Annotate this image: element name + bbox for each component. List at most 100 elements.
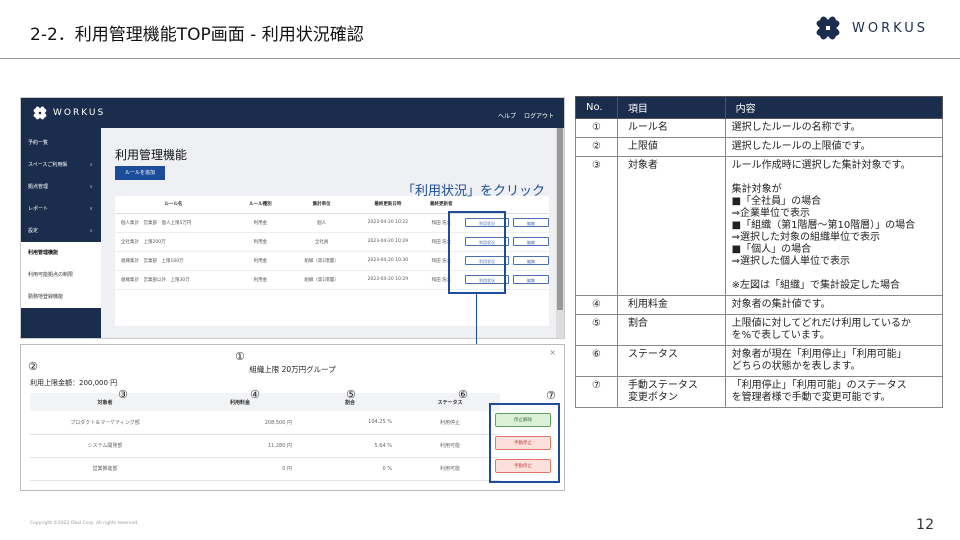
cell-action: 編集 — [512, 251, 549, 271]
cell-no: ① — [575, 118, 618, 138]
sidebar-item-space-usage[interactable]: スペースご利用帳 ∨ — [21, 154, 101, 176]
cell-rule-type: 利用金 — [231, 251, 289, 271]
app-top-links: ヘルプ ログアウト — [498, 111, 554, 120]
sidebar-item-workplace-registration[interactable]: 勤務地登録機能 — [21, 286, 101, 308]
spec-table: No. 項目 内容 ① ルール名 選択したルールの名称です。 ② 上限値 選択し… — [575, 96, 944, 408]
sidebar-item-label: レポート — [28, 206, 49, 212]
table-row: ① ルール名 選択したルールの名称です。 — [575, 118, 944, 138]
cell-item: ルール名 — [616, 118, 726, 138]
cell-item: 上限値 — [616, 137, 726, 157]
table-row: 営業推進部 0 円 0 % 利用可能 — [30, 457, 500, 481]
add-rule-button[interactable]: ルールを追加 — [115, 166, 165, 180]
edit-button[interactable]: 編集 — [512, 218, 549, 227]
column-header-no: No. — [575, 96, 618, 119]
cell-no: ③ — [575, 156, 618, 296]
modal-rule-name: 組織上限 20万円グループ — [249, 365, 336, 374]
cell-item: ステータス — [616, 345, 726, 377]
edit-button[interactable]: 編集 — [512, 256, 549, 265]
column-header-item: 項目 — [616, 96, 726, 119]
marker-5: ⑤ — [346, 388, 356, 401]
cell-rule-type: 利用金 — [231, 213, 289, 233]
cell-no: ④ — [575, 295, 618, 315]
cell-aggregation-unit: 全社員 — [288, 232, 355, 252]
callout-highlight-box — [489, 403, 560, 483]
title-divider — [0, 58, 960, 59]
cell-fee: 11,280 円 — [180, 434, 300, 458]
cell-ratio: 0 % — [300, 457, 400, 481]
table-header-row: No. 項目 内容 — [575, 96, 944, 119]
cell-description: 対象者が現在「利用停止」「利用可能」 どちらの状態かを表します。 — [724, 345, 944, 377]
cell-description: 選択したルールの上限値です。 — [724, 137, 944, 157]
sidebar-item-label: 利用可能拠点の制限 — [28, 272, 74, 278]
sidebar-item-label: 利用管理機能 — [28, 250, 59, 256]
app-sidebar: 予約一覧 スペースご利用帳 ∨ 拠点管理 ∨ レポート ∨ 設定 ∧ 利用管理機能 利用… — [21, 128, 101, 338]
sidebar-item-usage-management[interactable]: 利用管理機能 — [21, 242, 101, 264]
sidebar-item-label: 設定 — [28, 228, 39, 234]
cell-aggregation-unit: 組織（第1階層） — [288, 270, 355, 290]
app-logo-text: WORKUS — [53, 108, 106, 118]
sidebar-item-locations[interactable]: 拠点管理 ∨ — [21, 176, 101, 198]
cell-action: 編集 — [512, 232, 549, 252]
edit-button[interactable]: 編集 — [512, 275, 549, 284]
edit-button[interactable]: 編集 — [512, 237, 549, 246]
cell-updated-at: 2023-04-20 10:30 — [354, 251, 422, 271]
logout-link[interactable]: ログアウト — [524, 111, 554, 120]
app-logo[interactable]: WORKUS — [31, 104, 105, 122]
sidebar-item-location-restriction[interactable]: 利用可能拠点の制限 — [21, 264, 101, 286]
cell-rule-name: 組織集計 営業部以外 上限30万 — [115, 270, 232, 290]
cell-ratio: 5.64 % — [300, 434, 400, 458]
sidebar-submenu: 利用管理機能 利用可能拠点の制限 勤務地登録機能 — [21, 242, 101, 308]
close-icon[interactable]: × — [549, 348, 556, 357]
callout-highlight-box — [448, 211, 506, 294]
marker-2: ② — [28, 360, 38, 373]
app-header: WORKUS ヘルプ ログアウト — [21, 98, 564, 128]
cell-updated-at: 2023-04-20 10:22 — [354, 213, 422, 233]
cell-target: プロダクト＆マーケティング部 — [30, 411, 180, 435]
cell-target: システム開発部 — [30, 434, 180, 458]
cell-fee: 0 円 — [180, 457, 300, 481]
sidebar-item-reservations[interactable]: 予約一覧 — [21, 132, 101, 154]
table-row: プロダクト＆マーケティング部 208,500 円 104.25 % 利用停止 — [30, 411, 500, 435]
table-row: システム開発部 11,280 円 5.64 % 利用可能 — [30, 434, 500, 458]
cell-item: 割合 — [616, 314, 726, 346]
cell-rule-name: 個人集計 営業部 個人上限5万円 — [115, 213, 232, 233]
modal-limit-amount: 利用上限金額：200,000 円 — [30, 379, 118, 387]
table-row: ③ 対象者 ルール作成時に選択した集計対象です。 集計対象が ■「全社員」の場合… — [575, 156, 944, 296]
chevron-down-icon: ∨ — [89, 206, 93, 212]
table-row: ④ 利用料金 対象者の集計値です。 — [575, 295, 944, 315]
column-header-description: 内容 — [724, 96, 944, 119]
app-scrollbar[interactable] — [556, 128, 564, 338]
cell-no: ⑤ — [575, 314, 618, 346]
chevron-down-icon: ∨ — [89, 162, 93, 168]
sidebar-item-settings[interactable]: 設定 ∧ — [21, 220, 101, 242]
page-number: 12 — [916, 517, 934, 533]
cell-rule-name: 組織集計 営業部 上限100万 — [115, 251, 232, 271]
cell-updated-at: 2023-04-20 10:29 — [354, 232, 422, 252]
copyright: Copyright ©2022 Obol Corp. All rights re… — [30, 521, 139, 526]
cell-item: 対象者 — [616, 156, 726, 296]
table-row: ⑥ ステータス 対象者が現在「利用停止」「利用可能」 どちらの状態かを表します。 — [575, 345, 944, 377]
column-header-target: 対象者 — [30, 393, 180, 411]
cell-rule-name: 全社集計 上限200万 — [115, 232, 232, 252]
clover-logo-icon — [33, 106, 47, 120]
cell-aggregation-unit: 個人 — [288, 213, 355, 233]
cell-description: ルール作成時に選択した集計対象です。 集計対象が ■「全社員」の場合 ⇒企業単位… — [724, 156, 944, 296]
workus-logo: WORKUS — [812, 12, 928, 44]
cell-action: 編集 — [512, 213, 549, 233]
table-row: ② 上限値 選択したルールの上限値です。 — [575, 137, 944, 157]
chevron-up-icon: ∧ — [89, 228, 93, 234]
cell-no: ⑦ — [575, 376, 618, 408]
cell-description: 選択したルールの名称です。 — [724, 118, 944, 138]
scrollbar-thumb[interactable] — [557, 128, 563, 310]
marker-7: ⑦ — [546, 389, 556, 402]
clover-logo-icon — [816, 16, 840, 40]
column-header-aggregation-unit: 集計単位 — [288, 196, 355, 214]
help-link[interactable]: ヘルプ — [498, 111, 516, 120]
sidebar-item-reports[interactable]: レポート ∨ — [21, 198, 101, 220]
cell-status: 利用可能 — [400, 434, 500, 458]
usage-table: 対象者 利用料金 割合 ステータス プロダクト＆マーケティング部 208,500… — [30, 393, 500, 481]
marker-1: ① — [235, 350, 245, 363]
cell-ratio: 104.25 % — [300, 411, 400, 435]
cell-description: 「利用停止」「利用可能」のステータス を管理者様で手動で変更可能です。 — [724, 376, 944, 408]
cell-item: 利用料金 — [616, 295, 726, 315]
